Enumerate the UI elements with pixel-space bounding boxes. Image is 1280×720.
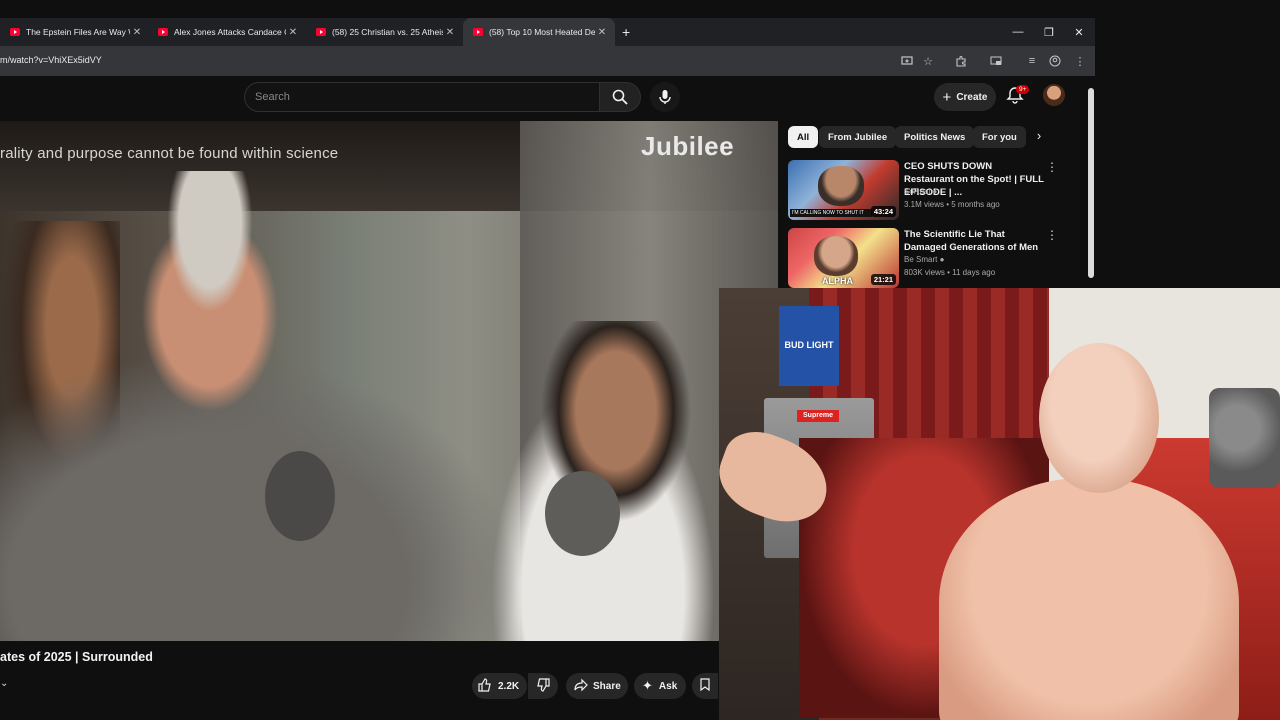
tab-title: Alex Jones Attacks Candace Owens <box>174 27 286 37</box>
recommendation-item[interactable]: I'M CALLING NOW TO SHUT IT 43:24 CEO SHU… <box>788 160 1088 220</box>
search-icon[interactable] <box>599 82 641 112</box>
browser-tab[interactable]: The Epstein Files Are Way Worse ✕ <box>0 18 150 46</box>
video-player[interactable]: rality and purpose cannot be found withi… <box>0 121 778 641</box>
browser-tab-strip: The Epstein Files Are Way Worse ✕ Alex J… <box>0 18 1095 46</box>
beer-box: BUD LIGHT <box>779 306 839 386</box>
close-tab-icon[interactable]: ✕ <box>130 27 144 38</box>
pillow <box>1209 388 1280 488</box>
close-tab-icon[interactable]: ✕ <box>595 27 609 38</box>
browser-menu-icon[interactable]: ⋮ <box>1072 53 1088 69</box>
jubilee-watermark: Jubilee <box>641 131 735 161</box>
verified-icon: ● <box>932 187 938 196</box>
supreme-sticker: Supreme <box>797 410 839 422</box>
notification-badge: 9+ <box>1016 85 1030 94</box>
webcam-overlay: BUD LIGHT Supreme <box>719 288 1280 720</box>
video-title: ates of 2025 | Surrounded <box>0 650 153 664</box>
ask-button[interactable]: ✦ Ask <box>634 673 686 699</box>
profile-icon[interactable] <box>1047 53 1063 69</box>
verified-icon: ● <box>939 255 945 264</box>
minimize-icon[interactable]: — <box>1003 18 1033 46</box>
youtube-favicon-icon <box>10 28 20 36</box>
scrollbar-thumb[interactable] <box>1088 88 1094 278</box>
thumbs-down-icon <box>536 677 550 695</box>
person-torso <box>939 478 1239 720</box>
bookmark-icon <box>700 678 710 694</box>
video-caption-text: rality and purpose cannot be found withi… <box>0 145 339 162</box>
install-app-icon[interactable] <box>899 53 915 69</box>
browser-tab[interactable]: Alex Jones Attacks Candace Owens ✕ <box>148 18 306 46</box>
ask-label: Ask <box>658 680 678 692</box>
chip-for-you[interactable]: For you <box>973 126 1026 148</box>
close-tab-icon[interactable]: ✕ <box>286 27 300 38</box>
youtube-favicon-icon <box>158 28 168 36</box>
video-thumbnail[interactable]: I'M CALLING NOW TO SHUT IT 43:24 <box>788 160 899 220</box>
search-input[interactable]: Search <box>244 82 600 112</box>
thumbnail-text: ALPHA <box>822 276 853 286</box>
plus-icon: + <box>942 88 952 106</box>
speaker-head <box>110 171 310 431</box>
recommendation-title[interactable]: The Scientific Lie That Damaged Generati… <box>904 228 1044 254</box>
close-tab-icon[interactable]: ✕ <box>443 27 457 38</box>
share-icon <box>574 678 588 695</box>
chip-all[interactable]: All <box>788 126 819 148</box>
chip-from-jubilee[interactable]: From Jubilee <box>819 126 897 148</box>
recommendation-item[interactable]: ALPHA 21:21 The Scientific Lie That Dama… <box>788 228 1088 288</box>
tab-title: (58) 25 Christian vs. 25 Atheists <box>332 27 443 37</box>
microphone-icon[interactable] <box>650 82 680 112</box>
cast-icon[interactable] <box>988 53 1004 69</box>
address-bar: m/watch?v=VhiXEx5idVY ☆ ≡ ⋮ <box>0 46 1095 76</box>
tab-title: (58) Top 10 Most Heated Debates <box>489 27 595 37</box>
media-control-icon[interactable]: ≡ <box>1024 53 1040 69</box>
video-duration: 43:24 <box>870 206 896 217</box>
video-thumbnail[interactable]: ALPHA 21:21 <box>788 228 899 288</box>
close-window-icon[interactable]: ✕ <box>1064 18 1094 46</box>
youtube-favicon-icon <box>473 28 483 36</box>
account-avatar[interactable] <box>1043 84 1065 106</box>
create-button[interactable]: + Create <box>934 83 996 111</box>
microphone-foreground <box>545 471 620 556</box>
channel-label: SoReal <box>904 187 931 196</box>
person-head <box>1039 343 1159 493</box>
channel-name[interactable]: SoReal ● <box>904 187 937 196</box>
microphone-foreground <box>265 451 335 541</box>
chip-politics-news[interactable]: Politics News <box>895 126 975 148</box>
browser-tab[interactable]: (58) 25 Christian vs. 25 Atheists ✕ <box>306 18 463 46</box>
url-field[interactable]: m/watch?v=VhiXEx5idVY <box>0 55 102 65</box>
video-meta: 803K views • 11 days ago <box>904 268 996 277</box>
browser-tab-active[interactable]: (58) Top 10 Most Heated Debates ✕ <box>463 18 615 46</box>
video-duration: 21:21 <box>870 274 896 285</box>
sparkle-icon: ✦ <box>642 678 653 693</box>
thumbnail-face <box>814 236 858 276</box>
like-count: 2.2K <box>498 680 520 692</box>
tab-title: The Epstein Files Are Way Worse <box>26 27 130 37</box>
thumbnail-face <box>818 166 864 206</box>
chevron-down-icon[interactable]: ⌄ <box>0 678 16 694</box>
restore-icon[interactable]: ❐ <box>1034 18 1064 46</box>
extensions-icon[interactable] <box>953 53 969 69</box>
thumbnail-text: I'M CALLING NOW TO SHUT IT <box>790 209 872 217</box>
chevron-right-icon[interactable]: › <box>1030 128 1048 146</box>
create-label: Create <box>956 91 988 103</box>
new-tab-button[interactable]: + <box>614 18 644 46</box>
youtube-header: Search + Create 9+ <box>0 76 1095 120</box>
channel-label: Be Smart <box>904 255 938 264</box>
more-options-icon[interactable]: ⋮ <box>1046 160 1058 174</box>
video-meta: 3.1M views • 5 months ago <box>904 200 1000 209</box>
more-options-icon[interactable]: ⋮ <box>1046 228 1058 242</box>
share-button[interactable]: Share <box>566 673 628 699</box>
dislike-button[interactable] <box>528 673 558 699</box>
like-button[interactable]: 2.2K <box>472 673 527 699</box>
share-label: Share <box>593 680 621 692</box>
save-button[interactable] <box>692 673 718 699</box>
thumbs-up-icon <box>478 677 492 695</box>
youtube-favicon-icon <box>316 28 326 36</box>
bookmark-star-icon[interactable]: ☆ <box>920 53 936 69</box>
channel-name[interactable]: Be Smart ● <box>904 255 944 264</box>
